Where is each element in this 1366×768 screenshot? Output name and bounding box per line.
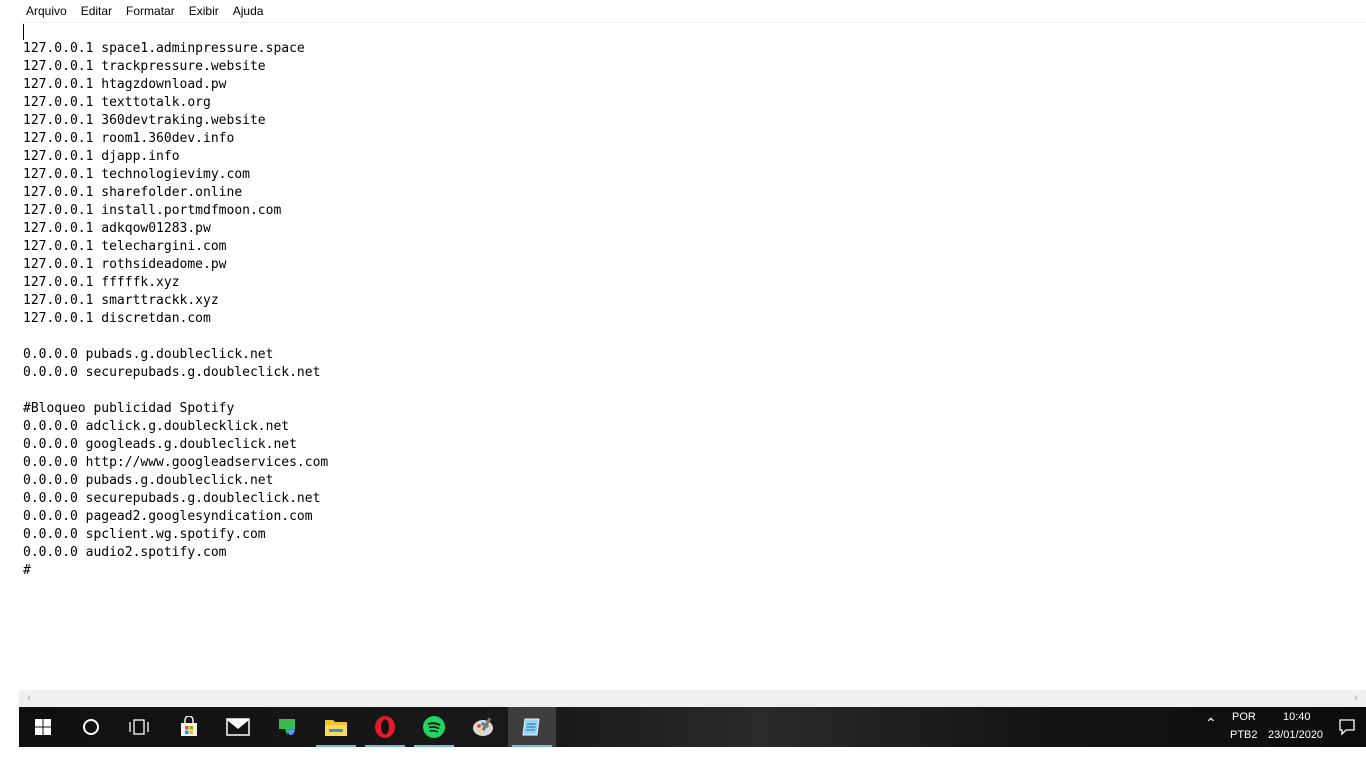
text-line: 0.0.0.0 audio2.spotify.com [23, 545, 227, 560]
text-line: 127.0.0.1 sharefolder.online [23, 185, 243, 200]
editor-text: 127.0.0.1 space1.adminpressure.space 127.… [23, 40, 328, 580]
menu-item-editar[interactable]: Editar [74, 0, 119, 22]
text-line [23, 328, 328, 346]
taskbar-app-store-bag[interactable] [165, 707, 213, 747]
taskbar-app-notepad[interactable] [508, 707, 556, 747]
menu-item-arquivo[interactable]: Arquivo [19, 0, 74, 22]
text-line: 127.0.0.1 djapp.info [23, 149, 180, 164]
spotify-icon [422, 715, 446, 739]
taskbar: ⌃ POR PTB2 10:40 23/01/2020 [19, 707, 1366, 747]
notification-icon [1339, 719, 1355, 736]
text-line [23, 382, 328, 400]
text-line: 127.0.0.1 install.portmdfmoon.com [23, 203, 282, 218]
text-line: 0.0.0.0 spclient.wg.spotify.com [23, 527, 266, 542]
taskbar-app-mail[interactable] [214, 707, 262, 747]
text-line: #Bloqueo publicidad Spotify [23, 401, 235, 416]
text-caret [23, 24, 24, 40]
text-line: 127.0.0.1 trackpressure.website [23, 59, 266, 74]
running-indicator [365, 745, 405, 747]
tray-clock-time[interactable]: 10:40 [1283, 711, 1311, 723]
tray-show-hidden-icon[interactable]: ⌃ [1205, 715, 1217, 732]
text-line: 127.0.0.1 adkqow01283.pw [23, 221, 211, 236]
text-line: 0.0.0.0 googleads.g.doubleclick.net [23, 437, 297, 452]
taskbar-app-spotify[interactable] [410, 707, 458, 747]
scroll-left-arrow-icon[interactable]: ‹ [23, 692, 35, 704]
menu-item-ajuda[interactable]: Ajuda [226, 0, 271, 22]
notepad-icon [520, 715, 544, 739]
cortana-search-button[interactable] [67, 707, 115, 747]
menu-item-exibir[interactable]: Exibir [182, 0, 226, 22]
text-line: 127.0.0.1 smarttrackk.xyz [23, 293, 219, 308]
taskbar-app-opera[interactable] [361, 707, 409, 747]
tray-clock-date[interactable]: 23/01/2020 [1268, 729, 1323, 741]
running-indicator [316, 745, 356, 747]
text-line: 127.0.0.1 space1.adminpressure.space [23, 41, 305, 56]
action-center-button[interactable] [1328, 707, 1366, 747]
task-view-icon [129, 719, 149, 735]
text-line: 127.0.0.1 rothsideadome.pw [23, 257, 227, 272]
media-app-icon [275, 715, 299, 739]
scroll-right-arrow-icon[interactable]: › [1350, 692, 1362, 704]
text-line: 127.0.0.1 discretdan.com [23, 311, 211, 326]
text-line: 0.0.0.0 pagead2.googlesyndication.com [23, 509, 313, 524]
mail-icon [226, 718, 250, 736]
cortana-circle-icon [83, 719, 99, 735]
text-line: # [23, 563, 31, 578]
text-line: 0.0.0.0 pubads.g.doubleclick.net [23, 347, 274, 362]
opera-icon [373, 715, 397, 739]
taskbar-app-media-app[interactable] [263, 707, 311, 747]
text-editor-area[interactable]: 127.0.0.1 space1.adminpressure.space 127.… [19, 23, 1366, 690]
running-indicator [512, 745, 552, 747]
text-line: 127.0.0.1 texttotalk.org [23, 95, 211, 110]
tray-keyboard-layout[interactable]: PTB2 [1230, 729, 1258, 741]
menu-item-formatar[interactable]: Formatar [119, 0, 182, 22]
text-line: 127.0.0.1 htagzdownload.pw [23, 77, 227, 92]
text-line: 127.0.0.1 360devtraking.website [23, 113, 266, 128]
text-line: 127.0.0.1 room1.360dev.info [23, 131, 235, 146]
text-line: 0.0.0.0 http://www.googleadservices.com [23, 455, 329, 470]
text-line: 127.0.0.1 technologievimy.com [23, 167, 250, 182]
text-line: 0.0.0.0 adclick.g.doublecklick.net [23, 419, 290, 434]
text-line: 127.0.0.1 telechargini.com [23, 239, 227, 254]
text-line: 0.0.0.0 securepubads.g.doubleclick.net [23, 491, 321, 506]
paint-icon [471, 715, 495, 739]
text-line: 0.0.0.0 securepubads.g.doubleclick.net [23, 365, 321, 380]
text-line: 0.0.0.0 pubads.g.doubleclick.net [23, 473, 274, 488]
start-button[interactable] [19, 707, 67, 747]
menu-bar: Arquivo Editar Formatar Exibir Ajuda [19, 0, 1366, 23]
running-indicator [414, 745, 454, 747]
horizontal-scrollbar[interactable]: ‹ › [19, 690, 1366, 707]
store-bag-icon [178, 716, 200, 738]
file-explorer-icon [324, 717, 348, 737]
text-line: 127.0.0.1 fffffk.xyz [23, 275, 180, 290]
taskbar-app-file-explorer[interactable] [312, 707, 360, 747]
taskbar-app-paint[interactable] [459, 707, 507, 747]
tray-language[interactable]: POR [1232, 711, 1256, 723]
windows-logo-icon [35, 719, 51, 735]
task-view-button[interactable] [115, 707, 163, 747]
